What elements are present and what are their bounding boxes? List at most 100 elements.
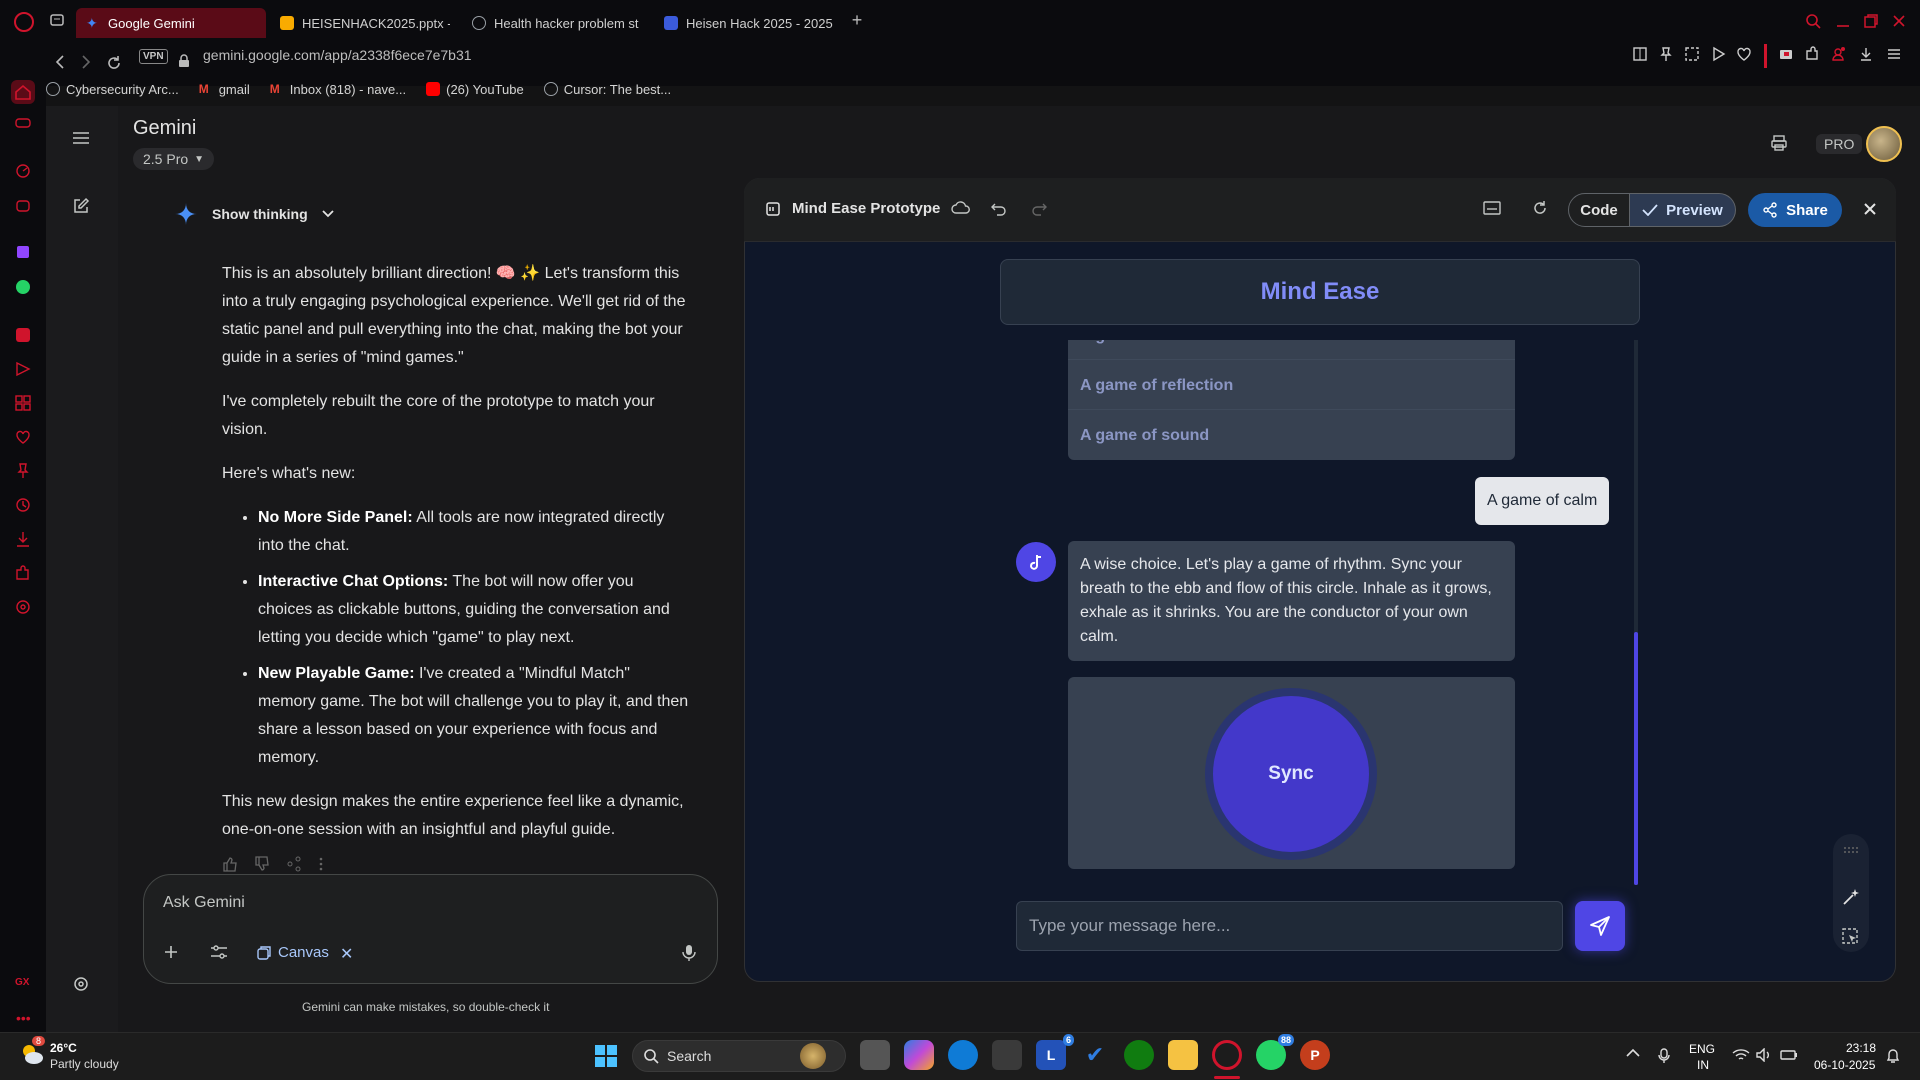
volume-icon[interactable] xyxy=(1756,1048,1774,1062)
tab-list-icon[interactable] xyxy=(50,14,64,26)
clock-date[interactable]: 06-10-2025 xyxy=(1814,1058,1875,1072)
model-selector[interactable]: 2.5 Pro ▼ xyxy=(133,148,215,170)
store-icon[interactable] xyxy=(992,1040,1022,1070)
chevron-up-icon[interactable] xyxy=(1626,1048,1640,1058)
edge-icon[interactable] xyxy=(948,1040,978,1070)
weather-icon[interactable]: 8 xyxy=(18,1036,46,1068)
tools-icon[interactable] xyxy=(210,944,228,960)
tab-google-gemini[interactable]: ✦ Google Gemini xyxy=(76,8,266,38)
option-game-of-calm[interactable]: A game of calm xyxy=(1068,340,1515,360)
todo-icon[interactable]: ✔ xyxy=(1080,1040,1110,1070)
account-icon[interactable] xyxy=(1830,46,1846,62)
bookmark-cursor[interactable]: Cursor: The best... xyxy=(543,82,671,97)
chat-scrollbar-thumb[interactable] xyxy=(1634,632,1638,885)
gaming-icon[interactable] xyxy=(14,114,32,132)
wifi-icon[interactable] xyxy=(1732,1048,1750,1062)
settings-icon[interactable] xyxy=(72,975,90,993)
file-explorer-icon[interactable] xyxy=(1168,1040,1198,1070)
sparkle-edit-icon[interactable] xyxy=(1841,887,1861,907)
tab-health-hacker[interactable]: Health hacker problem st xyxy=(462,8,644,38)
cloud-save-icon[interactable] xyxy=(951,200,971,216)
select-element-icon[interactable] xyxy=(1841,927,1859,945)
code-tab-button[interactable]: Code xyxy=(1568,193,1630,227)
remove-canvas-icon[interactable]: ✕ xyxy=(340,944,353,964)
restore-icon[interactable] xyxy=(1862,12,1882,32)
option-game-of-reflection[interactable]: A game of reflection xyxy=(1068,362,1515,410)
prompt-input[interactable]: Ask Gemini xyxy=(163,894,245,912)
windows-start-icon[interactable] xyxy=(594,1044,618,1068)
extensions-icon[interactable] xyxy=(1804,46,1820,62)
minimize-icon[interactable] xyxy=(1834,12,1854,32)
new-chat-icon[interactable] xyxy=(72,197,90,215)
history-icon[interactable] xyxy=(14,496,32,514)
drag-handle-icon[interactable] xyxy=(1841,846,1861,854)
forward-icon[interactable] xyxy=(80,55,92,69)
speed-dial-icon[interactable] xyxy=(14,162,32,180)
search-tabs-icon[interactable] xyxy=(1804,12,1824,32)
clock-time[interactable]: 23:18 xyxy=(1846,1041,1876,1055)
home-icon[interactable] xyxy=(11,80,35,104)
share-icon[interactable] xyxy=(286,856,302,872)
snapshot-icon[interactable] xyxy=(1632,46,1648,62)
send-flow-icon[interactable] xyxy=(14,360,32,378)
share-button[interactable]: Share xyxy=(1748,193,1842,227)
notifications-icon[interactable] xyxy=(1886,1048,1900,1064)
copilot-icon[interactable] xyxy=(904,1040,934,1070)
lock-icon[interactable] xyxy=(178,54,190,68)
show-thinking-toggle[interactable]: Show thinking xyxy=(174,202,334,226)
pinboard-icon[interactable] xyxy=(14,462,32,480)
opera-gx-icon[interactable] xyxy=(1212,1040,1242,1070)
xbox-icon[interactable] xyxy=(1124,1040,1154,1070)
console-icon[interactable] xyxy=(1483,200,1501,216)
powerpoint-icon[interactable]: P xyxy=(1300,1040,1330,1070)
twitch-icon[interactable] xyxy=(14,244,32,262)
option-game-of-sound[interactable]: A game of sound xyxy=(1068,412,1515,460)
url-field[interactable]: gemini.google.com/app/a2338f6ece7e7b31 xyxy=(203,47,472,63)
tab-heisenhack-pptx[interactable]: HEISENHACK2025.pptx - xyxy=(270,8,450,38)
add-attachment-icon[interactable] xyxy=(163,944,179,960)
preview-tab-button[interactable]: Preview xyxy=(1630,193,1736,227)
send-button[interactable] xyxy=(1575,901,1625,951)
gemini-title[interactable]: Gemini xyxy=(133,117,196,140)
sidebar-settings-icon[interactable] xyxy=(14,598,32,616)
refresh-icon[interactable] xyxy=(1532,200,1548,216)
hamburger-icon[interactable] xyxy=(72,131,90,145)
apps-icon[interactable] xyxy=(14,394,32,412)
downloads-icon[interactable] xyxy=(1858,46,1874,62)
music-icon[interactable] xyxy=(14,326,32,344)
sidebar-downloads-icon[interactable] xyxy=(14,530,32,548)
prompt-box[interactable] xyxy=(143,874,718,984)
reload-icon[interactable] xyxy=(106,55,122,71)
message-input[interactable]: Type your message here... xyxy=(1016,901,1563,951)
close-window-icon[interactable] xyxy=(1890,12,1910,32)
heart-icon[interactable] xyxy=(1736,46,1752,62)
menu-icon[interactable] xyxy=(1886,46,1902,62)
player-icon[interactable] xyxy=(1710,46,1726,62)
whatsapp-icon[interactable] xyxy=(14,278,32,296)
print-icon[interactable] xyxy=(1770,134,1788,152)
teams-icon[interactable]: L6 xyxy=(1036,1034,1074,1070)
mic-tray-icon[interactable] xyxy=(1658,1048,1670,1064)
opera-logo-icon[interactable] xyxy=(14,12,34,32)
language-indicator[interactable]: ENG xyxy=(1689,1042,1715,1056)
task-view-icon[interactable] xyxy=(860,1040,890,1070)
pin-icon[interactable] xyxy=(1658,46,1674,62)
back-icon[interactable] xyxy=(54,55,66,69)
new-tab-button[interactable]: + xyxy=(848,11,866,30)
bookmark-inbox[interactable]: M Inbox (818) - nave... xyxy=(270,82,406,97)
whatsapp-icon[interactable]: 88 xyxy=(1256,1034,1294,1070)
microphone-icon[interactable] xyxy=(682,944,696,962)
wallet-icon[interactable] xyxy=(1778,46,1794,62)
more-vert-icon[interactable] xyxy=(318,856,324,872)
undo-icon[interactable] xyxy=(991,200,1007,216)
redo-icon[interactable] xyxy=(1031,200,1047,216)
aria-icon[interactable] xyxy=(14,196,32,214)
battery-icon[interactable] xyxy=(1780,1048,1798,1062)
bookmark-cybersecurity[interactable]: Cybersecurity Arc... xyxy=(46,82,179,97)
bookmark-youtube[interactable]: (26) YouTube xyxy=(426,82,524,97)
avatar[interactable] xyxy=(1866,126,1902,162)
thumbs-down-icon[interactable] xyxy=(254,856,270,872)
canvas-chip[interactable]: Canvas xyxy=(256,944,329,961)
capture-icon[interactable] xyxy=(1684,46,1700,62)
sync-breathing-circle[interactable]: Sync xyxy=(1213,696,1369,852)
